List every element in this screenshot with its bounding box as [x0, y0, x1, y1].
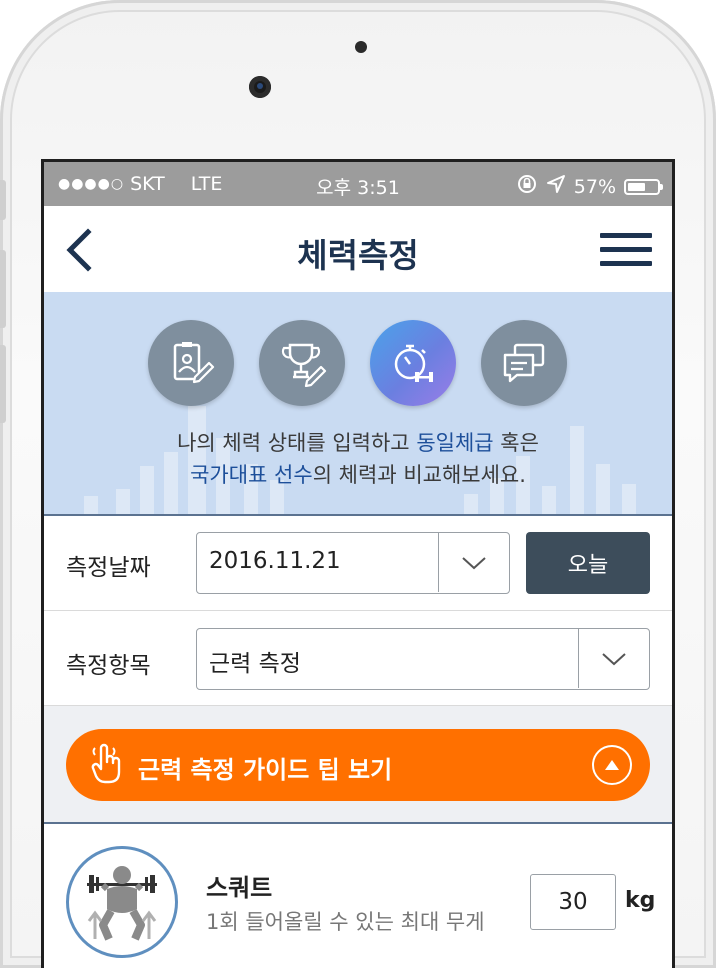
location-arrow-icon — [546, 174, 566, 199]
chat-bubbles-icon — [503, 343, 545, 383]
hand-pointer-icon — [91, 743, 121, 784]
battery-percent: 57% — [573, 175, 616, 198]
status-bar: ●●●●○ SKT LTE 오후 3:51 57% — [44, 162, 672, 206]
measure-item-label: 측정항목 — [66, 653, 151, 679]
navigation-bar: 체력측정 — [44, 206, 672, 292]
page-title: 체력측정 — [297, 236, 419, 275]
measure-item-row: 측정항목 근력 측정 — [44, 611, 672, 706]
exercise-item: 스쿼트 1회 들어올릴 수 있는 최대 무게 kg — [44, 824, 672, 968]
feature-icon-row — [44, 320, 672, 410]
banner-description: 나의 체력 상태를 입력하고 동일체급 혹은 국가대표 선수의 체력과 비교해보… — [44, 427, 672, 491]
banner-text-part: 나의 체력 상태를 입력하고 — [177, 431, 417, 455]
exercise-name: 스쿼트 — [206, 874, 273, 902]
volume-down-button — [0, 345, 6, 423]
triangle-up-icon — [592, 745, 632, 785]
intro-banner: 나의 체력 상태를 입력하고 동일체급 혹은 국가대표 선수의 체력과 비교해보… — [44, 292, 672, 516]
guide-tip-label: 근력 측정 가이드 팁 보기 — [138, 756, 393, 784]
earpiece-speaker — [355, 41, 367, 53]
chevron-down-icon — [438, 533, 509, 592]
guide-tip-button[interactable]: 근력 측정 가이드 팁 보기 — [66, 729, 650, 801]
measure-date-select[interactable]: 2016.11.21 — [196, 532, 510, 594]
today-button[interactable]: 오늘 — [526, 532, 650, 594]
rotation-lock-icon — [516, 173, 538, 200]
battery-icon — [624, 178, 663, 195]
exercise-unit: kg — [625, 888, 656, 913]
mute-switch — [0, 180, 6, 220]
hamburger-line — [600, 247, 652, 252]
banner-highlight: 동일체급 — [416, 431, 494, 455]
measure-date-row: 측정날짜 2016.11.21 오늘 — [44, 516, 672, 611]
banner-text-part: 혹은 — [493, 431, 539, 455]
menu-button[interactable] — [600, 233, 652, 267]
banner-line-1: 나의 체력 상태를 입력하고 동일체급 혹은 — [44, 427, 672, 459]
profile-edit-button[interactable] — [148, 320, 234, 406]
stopwatch-dumbbell-icon — [394, 344, 433, 382]
volume-up-button — [0, 250, 6, 328]
chevron-down-icon — [578, 629, 649, 688]
trophy-edit-icon — [281, 343, 327, 387]
guide-section: 근력 측정 가이드 팁 보기 — [44, 706, 672, 824]
measure-date-label: 측정날짜 — [66, 555, 151, 581]
banner-highlight: 국가대표 선수 — [190, 463, 313, 487]
measure-item-select[interactable]: 근력 측정 — [196, 628, 650, 690]
profile-edit-icon — [173, 342, 215, 384]
measure-date-value: 2016.11.21 — [209, 548, 341, 574]
squat-illustration-icon — [66, 846, 178, 958]
banner-text-part: 의 체력과 비교해보세요. — [312, 463, 526, 487]
chat-button[interactable] — [481, 320, 567, 406]
fitness-measure-button[interactable] — [370, 320, 456, 406]
hamburger-menu-icon — [600, 233, 652, 238]
exercise-description: 1회 들어올릴 수 있는 최대 무게 — [206, 910, 485, 934]
app-screen: ●●●●○ SKT LTE 오후 3:51 57% 체력측정 나의 체력 상태를… — [44, 162, 672, 968]
phone-frame: ●●●●○ SKT LTE 오후 3:51 57% 체력측정 나의 체력 상태를… — [0, 0, 716, 968]
measure-item-value: 근력 측정 — [209, 651, 301, 677]
exercise-weight-input[interactable] — [530, 874, 616, 930]
trophy-edit-button[interactable] — [259, 320, 345, 406]
hamburger-line — [600, 261, 652, 266]
banner-line-2: 국가대표 선수의 체력과 비교해보세요. — [44, 459, 672, 491]
front-camera — [249, 76, 271, 98]
